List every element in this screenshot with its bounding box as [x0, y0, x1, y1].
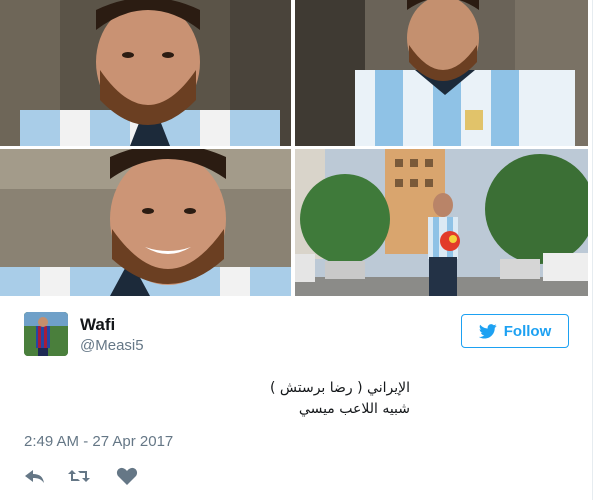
- tweet-text: الإيراني ( رضا برستش ) شبيه اللاعب ميسي: [270, 378, 410, 420]
- media-grid: [0, 0, 588, 296]
- tweet-timestamp[interactable]: 2:49 AM - 27 Apr 2017: [24, 433, 173, 450]
- photo-seated-jersey[interactable]: [295, 0, 588, 146]
- author-handle[interactable]: @Measi5: [80, 337, 144, 354]
- author-display-name[interactable]: Wafi: [80, 315, 115, 335]
- follow-button[interactable]: Follow: [461, 314, 569, 348]
- photo-street-with-ball[interactable]: [295, 149, 588, 296]
- heart-icon[interactable]: [116, 466, 138, 486]
- photo-closeup-smile[interactable]: [0, 0, 291, 146]
- photo-closeup-laughing[interactable]: [0, 149, 291, 296]
- tweet-line-2: شبيه اللاعب ميسي: [298, 401, 410, 417]
- follow-label: Follow: [503, 322, 552, 340]
- tweet-card: Wafi @Measi5 Follow الإيراني ( رضا برستش…: [0, 0, 593, 500]
- twitter-bird-icon: [478, 323, 497, 339]
- avatar[interactable]: [24, 312, 68, 356]
- reply-icon[interactable]: [24, 466, 46, 486]
- retweet-icon[interactable]: [68, 466, 90, 486]
- author-row: Wafi @Measi5 Follow: [24, 312, 569, 362]
- tweet-line-1: الإيراني ( رضا برستش ): [269, 380, 410, 396]
